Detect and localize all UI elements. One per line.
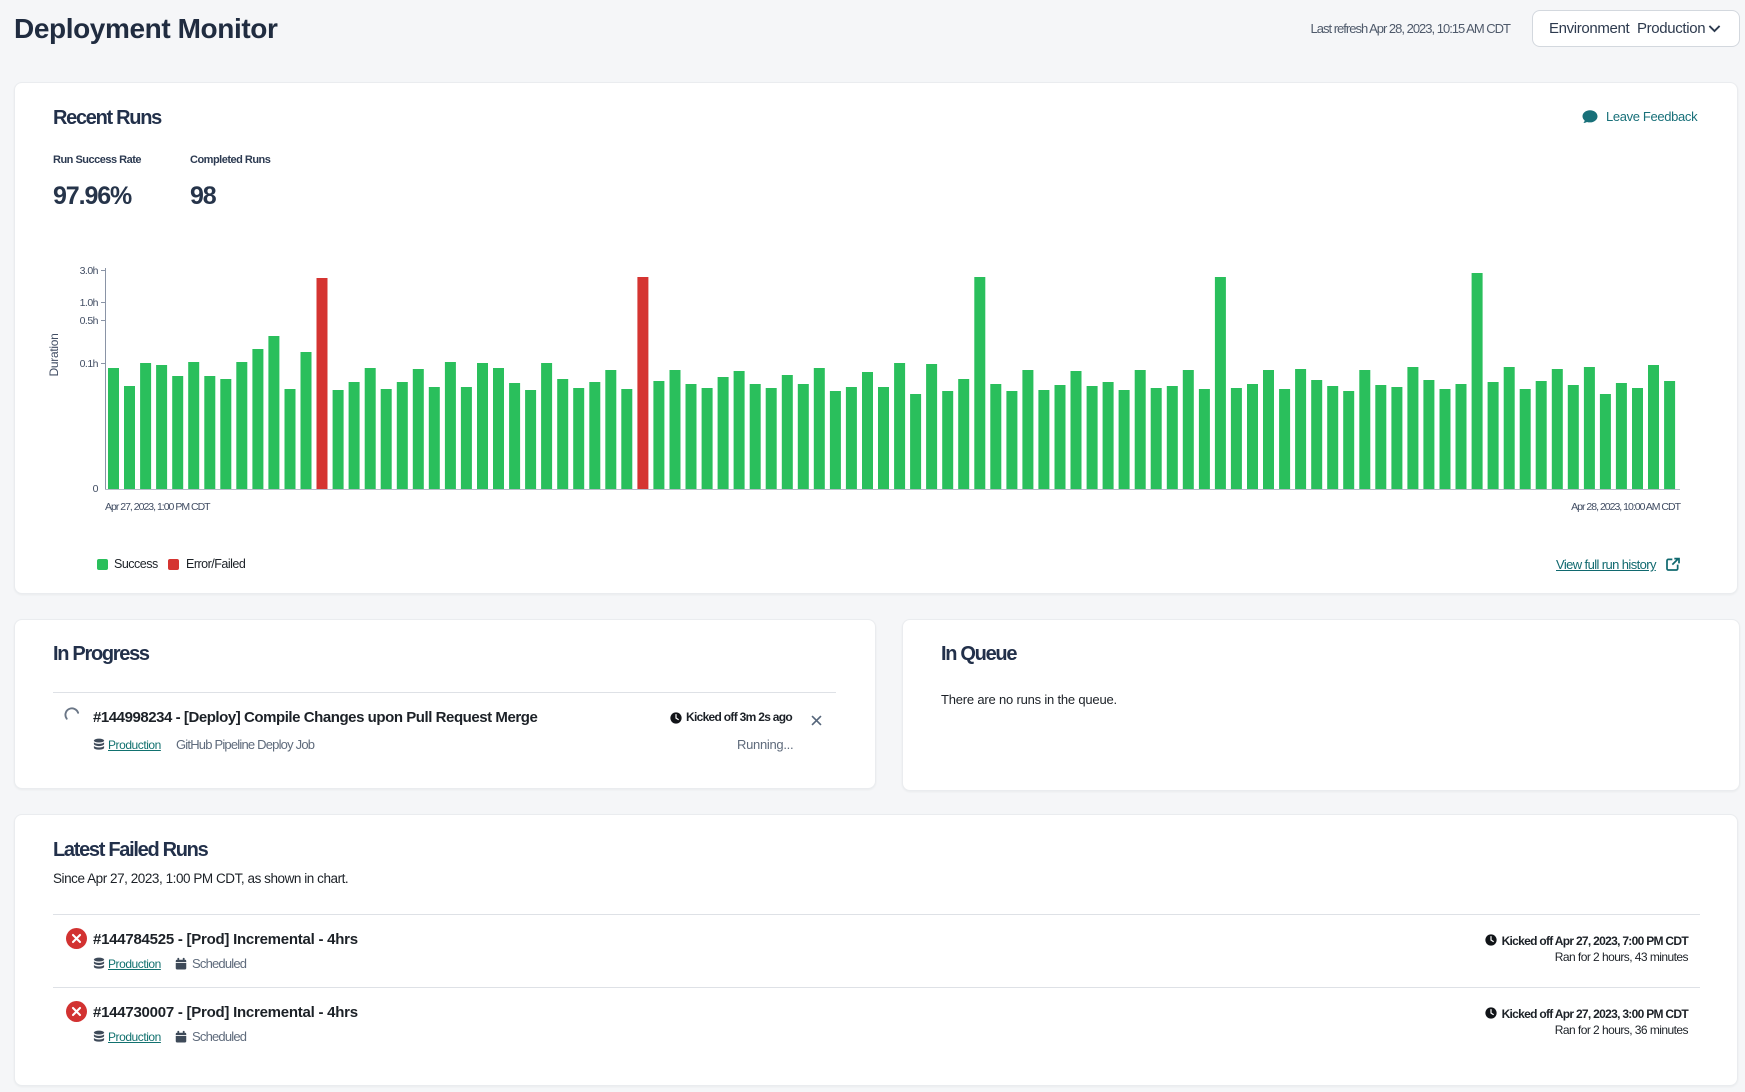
svg-text:1.0h: 1.0h [80,297,99,309]
svg-text:0: 0 [93,483,99,495]
svg-text:0.1h: 0.1h [80,358,99,370]
svg-text:Duration: Duration [47,334,61,377]
svg-text:3.0h: 3.0h [80,265,99,277]
svg-text:Apr 28, 2023, 10:00 AM CDT: Apr 28, 2023, 10:00 AM CDT [1571,501,1681,513]
svg-text:0.5h: 0.5h [80,315,99,327]
svg-text:Apr 27, 2023, 1:00 PM CDT: Apr 27, 2023, 1:00 PM CDT [105,501,211,513]
